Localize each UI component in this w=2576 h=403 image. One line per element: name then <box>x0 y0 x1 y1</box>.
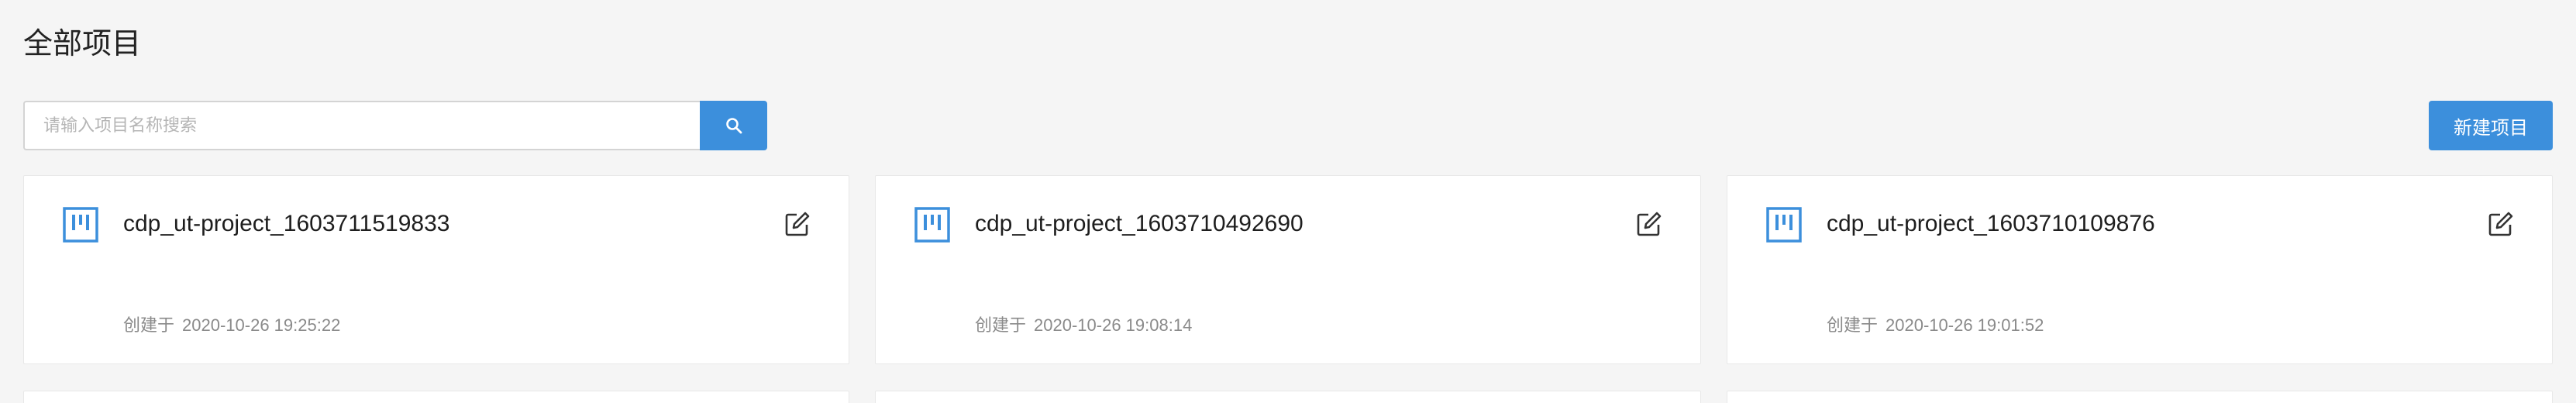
project-list-page: 全部项目 新建项目 cdp_ut-project_1603711519833 创… <box>0 0 2576 403</box>
search-icon <box>725 118 742 134</box>
project-name[interactable]: cdp_ut-project_1603710492690 <box>975 208 1303 239</box>
project-board-icon <box>1766 207 1802 243</box>
project-name[interactable]: cdp_ut-project_1603710109876 <box>1827 208 2155 239</box>
created-time: 2020-10-26 19:08:14 <box>1034 315 1193 335</box>
project-card[interactable]: cdp_ut-project_1603710109876 创建于 2020-10… <box>1727 175 2553 364</box>
search-button[interactable] <box>700 101 767 150</box>
created-label: 创建于 <box>1827 315 1879 335</box>
page-title: 全部项目 <box>23 28 142 60</box>
created-label: 创建于 <box>123 315 175 335</box>
project-created: 创建于 2020-10-26 19:08:14 <box>975 314 1192 337</box>
project-card-partial[interactable] <box>23 391 849 403</box>
project-board-icon <box>63 207 98 243</box>
project-created: 创建于 2020-10-26 19:25:22 <box>123 314 340 337</box>
new-project-button[interactable]: 新建项目 <box>2429 101 2553 150</box>
project-board-icon <box>914 207 950 243</box>
created-time: 2020-10-26 19:01:52 <box>1886 315 2044 335</box>
edit-icon[interactable] <box>1635 210 1663 238</box>
project-card-partial[interactable] <box>875 391 1701 403</box>
project-card[interactable]: cdp_ut-project_1603710492690 创建于 2020-10… <box>875 175 1701 364</box>
search-input[interactable] <box>23 101 700 150</box>
edit-icon[interactable] <box>783 210 811 238</box>
project-card-partial[interactable] <box>1727 391 2553 403</box>
project-search <box>23 101 767 150</box>
created-time: 2020-10-26 19:25:22 <box>182 315 341 335</box>
created-label: 创建于 <box>975 315 1027 335</box>
project-card[interactable]: cdp_ut-project_1603711519833 创建于 2020-10… <box>23 175 849 364</box>
project-created: 创建于 2020-10-26 19:01:52 <box>1827 314 2044 337</box>
edit-icon[interactable] <box>2487 210 2515 238</box>
project-name[interactable]: cdp_ut-project_1603711519833 <box>123 208 449 239</box>
